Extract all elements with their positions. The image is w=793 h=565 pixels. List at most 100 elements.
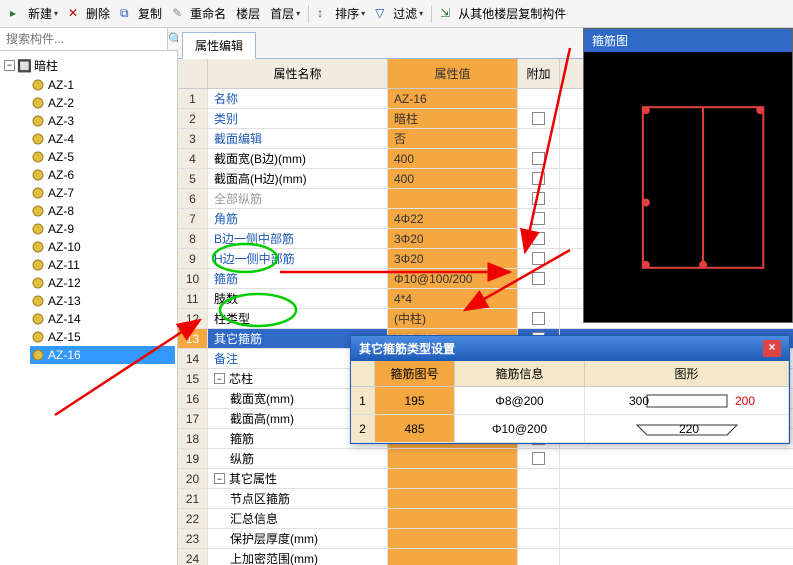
- sort-button[interactable]: ↕排序▾: [313, 3, 369, 24]
- tree-item[interactable]: AZ-12: [30, 274, 175, 292]
- checkbox[interactable]: [532, 232, 545, 245]
- tree-item-label: AZ-1: [48, 78, 74, 92]
- property-name: B边一侧中部筋: [208, 229, 388, 248]
- first-floor-dropdown[interactable]: 首层 ▾: [266, 3, 304, 24]
- dialog-row-idx: 2: [351, 415, 375, 442]
- stirrup-shape[interactable]: 300200: [585, 387, 789, 414]
- checkbox[interactable]: [532, 212, 545, 225]
- property-name: 截面高(H边)(mm): [208, 169, 388, 188]
- tree-item[interactable]: AZ-10: [30, 238, 175, 256]
- gear-icon: [32, 133, 44, 145]
- property-value[interactable]: 400: [388, 149, 518, 168]
- tree-item[interactable]: AZ-8: [30, 202, 175, 220]
- tree-item[interactable]: AZ-5: [30, 148, 175, 166]
- tree-item-label: AZ-15: [48, 330, 81, 344]
- property-value[interactable]: 4Φ22: [388, 209, 518, 228]
- dialog-titlebar[interactable]: 其它箍筋类型设置 ×: [351, 336, 789, 361]
- grid-row[interactable]: 22汇总信息: [178, 509, 793, 529]
- filter-button[interactable]: ▽过滤▾: [371, 3, 427, 24]
- stirrup-number[interactable]: 195: [375, 387, 455, 414]
- tree-item[interactable]: AZ-15: [30, 328, 175, 346]
- tree-item[interactable]: AZ-4: [30, 130, 175, 148]
- row-index: 10: [178, 269, 208, 288]
- property-value[interactable]: [388, 449, 518, 468]
- property-value[interactable]: 暗柱: [388, 109, 518, 128]
- grid-row[interactable]: 23保护层厚度(mm): [178, 529, 793, 549]
- dropdown-icon: ▾: [296, 9, 300, 18]
- dialog-header-shape: 图形: [585, 361, 789, 387]
- gear-icon: [32, 187, 44, 199]
- grid-row[interactable]: 21节点区箍筋: [178, 489, 793, 509]
- dropdown-icon: ▾: [54, 9, 58, 18]
- property-value[interactable]: 4*4: [388, 289, 518, 308]
- stirrup-shape[interactable]: 220: [585, 415, 789, 442]
- checkbox[interactable]: [532, 112, 545, 125]
- dialog-row[interactable]: 2485Φ10@200220: [351, 415, 789, 443]
- separator: [431, 5, 432, 23]
- property-value[interactable]: 3Φ20: [388, 229, 518, 248]
- gear-icon: [32, 313, 44, 325]
- property-value[interactable]: 400: [388, 169, 518, 188]
- property-value[interactable]: 否: [388, 129, 518, 148]
- collapse-icon[interactable]: −: [214, 473, 225, 484]
- tree-item[interactable]: AZ-1: [30, 76, 175, 94]
- grid-row[interactable]: 24上加密范围(mm): [178, 549, 793, 565]
- property-value[interactable]: AZ-16: [388, 89, 518, 108]
- tree-item[interactable]: AZ-3: [30, 112, 175, 130]
- stirrup-number[interactable]: 485: [375, 415, 455, 442]
- property-value[interactable]: Φ10@100/200: [388, 269, 518, 288]
- gear-icon: [32, 169, 44, 181]
- collapse-icon[interactable]: −: [214, 373, 225, 384]
- property-value[interactable]: [388, 549, 518, 565]
- property-extra: [518, 189, 560, 208]
- property-value[interactable]: [388, 509, 518, 528]
- tree-item[interactable]: AZ-14: [30, 310, 175, 328]
- rename-button[interactable]: ✎重命名: [168, 3, 230, 24]
- tab-property-edit[interactable]: 属性编辑: [182, 32, 256, 59]
- import-button[interactable]: ⇲从其他楼层复制构件: [436, 3, 570, 24]
- property-extra: [518, 209, 560, 228]
- tree-item[interactable]: AZ-11: [30, 256, 175, 274]
- checkbox[interactable]: [532, 452, 545, 465]
- floor-button[interactable]: 楼层: [232, 3, 264, 24]
- property-extra: [518, 109, 560, 128]
- property-name: −其它属性: [208, 469, 388, 488]
- tree-item-label: AZ-2: [48, 96, 74, 110]
- copy-button[interactable]: ⧉复制: [116, 3, 166, 24]
- collapse-icon[interactable]: −: [4, 60, 15, 71]
- property-value[interactable]: [388, 469, 518, 488]
- checkbox[interactable]: [532, 252, 545, 265]
- tree-item[interactable]: AZ-9: [30, 220, 175, 238]
- dialog-close-button[interactable]: ×: [763, 340, 781, 357]
- property-value[interactable]: 3Φ20: [388, 249, 518, 268]
- row-index: 24: [178, 549, 208, 565]
- property-value[interactable]: [388, 529, 518, 548]
- property-value[interactable]: [388, 189, 518, 208]
- checkbox[interactable]: [532, 172, 545, 185]
- property-value[interactable]: [388, 489, 518, 508]
- tree-item-label: AZ-10: [48, 240, 81, 254]
- property-extra: [518, 129, 560, 148]
- tree-item-label: AZ-11: [48, 258, 80, 272]
- dialog-row[interactable]: 1195Φ8@200300200: [351, 387, 789, 415]
- dialog-header: 箍筋图号 箍筋信息 图形: [351, 361, 789, 387]
- delete-button[interactable]: ✕删除: [64, 3, 114, 24]
- stirrup-info[interactable]: Φ8@200: [455, 387, 585, 414]
- checkbox[interactable]: [532, 272, 545, 285]
- grid-row[interactable]: 20−其它属性: [178, 469, 793, 489]
- stirrup-info[interactable]: Φ10@200: [455, 415, 585, 442]
- tree-item[interactable]: AZ-7: [30, 184, 175, 202]
- tree-root[interactable]: − 🔲 暗柱: [2, 55, 175, 76]
- tree-item[interactable]: AZ-13: [30, 292, 175, 310]
- property-value[interactable]: (中柱): [388, 309, 518, 328]
- checkbox[interactable]: [532, 192, 545, 205]
- tree-item[interactable]: AZ-2: [30, 94, 175, 112]
- tree-item[interactable]: AZ-6: [30, 166, 175, 184]
- checkbox[interactable]: [532, 152, 545, 165]
- tree-item[interactable]: AZ-16: [30, 346, 175, 364]
- grid-row[interactable]: 19纵筋: [178, 449, 793, 469]
- new-button[interactable]: ▸新建▾: [6, 3, 62, 24]
- checkbox[interactable]: [532, 312, 545, 325]
- search-input[interactable]: [0, 28, 167, 50]
- row-index: 2: [178, 109, 208, 128]
